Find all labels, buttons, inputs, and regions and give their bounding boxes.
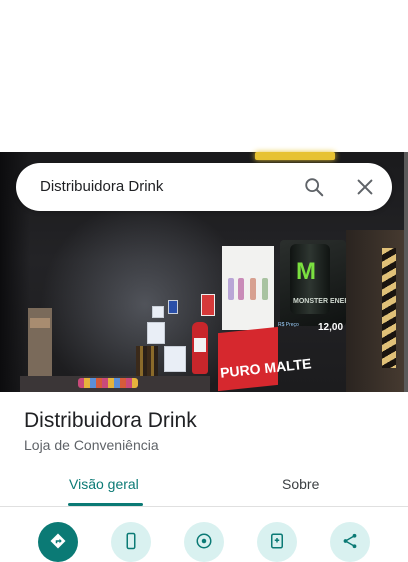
close-icon[interactable] [354,176,376,198]
photo-sticker [147,322,165,344]
top-blank-area [0,0,408,152]
photo-can [238,278,244,300]
scrollbar[interactable] [404,152,408,392]
save-icon [271,533,283,549]
photo-monster-logo: M [296,258,316,285]
photo-can [250,278,256,300]
photo-can [228,278,234,300]
photo-sticker [168,300,178,314]
photo-sticker [164,346,186,372]
photo-can [262,278,268,300]
photo-neon-sign [255,152,335,160]
share-button[interactable] [330,522,370,562]
place-title: Distribuidora Drink [24,409,197,432]
photo-box [30,318,50,328]
photo-extinguisher-label [194,338,206,352]
website-button[interactable] [184,522,224,562]
save-button[interactable] [257,522,297,562]
photo-candies [78,378,138,388]
tab-overview[interactable]: Visão geral [69,476,139,492]
place-category[interactable]: Loja de Conveniência [24,437,159,453]
directions-icon [50,533,66,549]
photo-sticker [152,306,164,318]
search-input[interactable]: Distribuidora Drink [40,178,163,195]
search-icon[interactable] [303,176,325,198]
directions-button[interactable] [38,522,78,562]
photo-striped-post [382,248,396,368]
photo-price: 12,00 [318,322,344,333]
call-button[interactable] [111,522,151,562]
tab-about[interactable]: Sobre [282,476,319,492]
photo-exit-sign [201,294,215,316]
tab-divider [0,506,408,507]
share-icon [343,533,357,549]
photo-price-note: R$ Preço [278,322,299,328]
search-bar[interactable]: Distribuidora Drink [16,163,392,211]
website-icon [196,533,212,549]
phone-icon [126,532,136,550]
